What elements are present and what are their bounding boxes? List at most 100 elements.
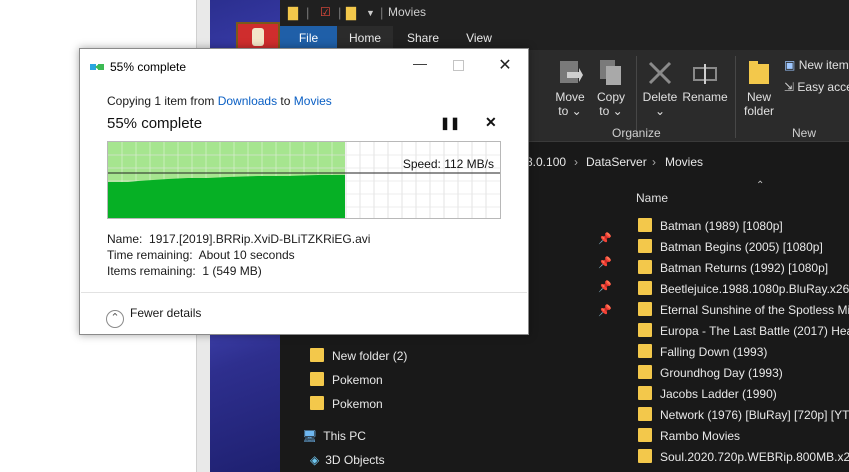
breadcrumb-server[interactable]: 8.0.100 [526, 155, 566, 169]
to-word: to [277, 94, 294, 108]
time-value: About 10 seconds [198, 248, 295, 262]
folder-icon [310, 348, 324, 362]
tab-share[interactable]: Share [400, 26, 446, 50]
close-button[interactable]: ✕ [495, 55, 515, 75]
file-list: ⌃ Name Batman (1989) [1080p] Batman Begin… [620, 180, 849, 472]
folder-icon [310, 372, 324, 386]
pin-icon[interactable]: 📌 [598, 280, 612, 293]
rename-icon [693, 64, 717, 84]
tab-home[interactable]: Home [337, 26, 393, 50]
folder-icon [638, 365, 652, 379]
maximize-button [453, 60, 464, 71]
breadcrumb-dataserver[interactable]: DataServer [586, 155, 647, 169]
delete-label: Delete [642, 90, 678, 104]
source-link[interactable]: Downloads [218, 94, 277, 108]
file-name-line: Name: 1917.[2019].BRRip.XviD-BLiTZKRiEG.… [107, 232, 370, 246]
nav-item-label: Pokemon [332, 397, 383, 411]
file-name: Batman (1989) [1080p] [660, 219, 783, 233]
breadcrumb-movies[interactable]: Movies [665, 155, 703, 169]
nav-item-pokemon[interactable]: Pokemon [310, 370, 383, 390]
column-header-name[interactable]: Name [636, 191, 668, 205]
tab-view[interactable]: View [456, 26, 502, 50]
folder-icon [638, 281, 652, 295]
file-row[interactable]: Europa - The Last Battle (2017) Heavi [638, 321, 849, 342]
transfer-speed-graph: Speed: 112 MB/s [107, 141, 501, 219]
progress-status: 55% complete [107, 115, 203, 132]
pin-icon[interactable]: 📌 [598, 232, 612, 245]
file-name: Groundhog Day (1993) [660, 366, 783, 380]
easy-access-icon: ⇲ [784, 80, 795, 94]
new-folder-button[interactable]: New folder [740, 58, 778, 118]
file-name: Jacobs Ladder (1990) [660, 387, 777, 401]
ribbon-tabs: File Home Share View [280, 26, 849, 50]
move-to-icon [560, 61, 583, 83]
file-row[interactable]: Batman (1989) [1080p] [638, 216, 849, 237]
nav-item-label: This PC [323, 429, 366, 443]
file-row[interactable]: Network (1976) [BluRay] [720p] [YTS. [638, 405, 849, 426]
file-name: Soul.2020.720p.WEBRip.800MB.x264- [660, 450, 849, 464]
folder-icon [638, 239, 652, 253]
file-row[interactable]: Eternal Sunshine of the Spotless Min [638, 300, 849, 321]
delete-button[interactable]: Delete ⌄ [640, 58, 680, 118]
move-to-button[interactable]: Move to ⌄ [552, 58, 588, 118]
new-item-button[interactable]: ▣ New item [784, 58, 849, 72]
items-remaining-line: Items remaining: 1 (549 MB) [107, 264, 262, 278]
folder-icon [638, 449, 652, 463]
delete-x-icon [648, 61, 672, 85]
nav-item-3d-objects[interactable]: ◈ 3D Objects [310, 450, 385, 470]
pause-button[interactable]: ❚❚ [440, 116, 460, 130]
this-pc-icon: 🖥 [302, 429, 318, 443]
fewer-details-button[interactable]: ⌃ Fewer details [106, 306, 201, 328]
copy-description: Copying 1 item from Downloads to Movies [107, 94, 332, 108]
pin-icon[interactable]: 📌 [598, 256, 612, 269]
breadcrumb-separator-icon: › [652, 155, 656, 169]
file-row[interactable]: Groundhog Day (1993) [638, 363, 849, 384]
file-name: Europa - The Last Battle (2017) Heavi [660, 324, 849, 338]
folder-icon [638, 323, 652, 337]
pin-icon[interactable]: 📌 [598, 304, 612, 317]
copy-to-icon [600, 60, 621, 85]
copy-progress-icon [90, 64, 104, 70]
nav-item-new-folder-2[interactable]: New folder (2) [310, 346, 407, 366]
properties-icon[interactable]: ☑ [320, 5, 331, 19]
time-label: Time remaining: [107, 248, 193, 262]
rename-label: Rename [682, 90, 728, 104]
copy-to-button[interactable]: Copy to ⌄ [594, 58, 628, 118]
new-folder-qa-icon[interactable]: ▇ [346, 5, 356, 21]
rename-button[interactable]: Rename [682, 58, 728, 104]
file-row[interactable]: Batman Returns (1992) [1080p] [638, 258, 849, 279]
destination-link[interactable]: Movies [294, 94, 332, 108]
nav-item-pokemon-2[interactable]: Pokemon [310, 394, 383, 414]
folder-icon [638, 344, 652, 358]
file-row[interactable]: Falling Down (1993) [638, 342, 849, 363]
tab-file[interactable]: File [280, 26, 337, 50]
explorer-title-bar: ▇ | ☑ | ▇ ▼ | Movies [280, 0, 849, 26]
file-name: Rambo Movies [660, 429, 741, 443]
folder-icon [638, 386, 652, 400]
items-value: 1 (549 MB) [202, 264, 262, 278]
speed-graph-canvas [108, 142, 500, 218]
nav-item-this-pc[interactable]: 🖥 This PC [302, 426, 366, 446]
file-row[interactable]: Batman Begins (2005) [1080p] [638, 237, 849, 258]
3d-objects-icon: ◈ [310, 453, 320, 467]
name-value: 1917.[2019].BRRip.XviD-BLiTZKRiEG.avi [149, 232, 371, 246]
file-row[interactable]: Soul.2020.720p.WEBRip.800MB.x264- [638, 447, 849, 468]
file-row[interactable]: Jacobs Ladder (1990) [638, 384, 849, 405]
easy-access-button[interactable]: ⇲ Easy access [784, 80, 849, 94]
file-row[interactable]: Rambo Movies [638, 426, 849, 447]
cancel-button[interactable]: ✕ [485, 114, 497, 131]
folder-icon [638, 407, 652, 421]
file-name: Batman Returns (1992) [1080p] [660, 261, 829, 275]
minimize-button[interactable]: — [410, 55, 430, 75]
file-name: Batman Begins (2005) [1080p] [660, 240, 823, 254]
customize-qa-chevron-icon[interactable]: ▼ [366, 8, 375, 18]
copy-prefix: Copying 1 item from [107, 94, 218, 108]
folder-icon: ▇ [288, 5, 298, 20]
file-row[interactable]: Beetlejuice.1988.1080p.BluRay.x264.a [638, 279, 849, 300]
speed-area [108, 175, 345, 218]
folder-icon [638, 302, 652, 316]
dialog-title: 55% complete [110, 60, 187, 74]
nav-item-label: New folder (2) [332, 349, 408, 363]
chevron-up-icon: ⌃ [106, 310, 124, 328]
new-folder-icon [749, 61, 769, 84]
